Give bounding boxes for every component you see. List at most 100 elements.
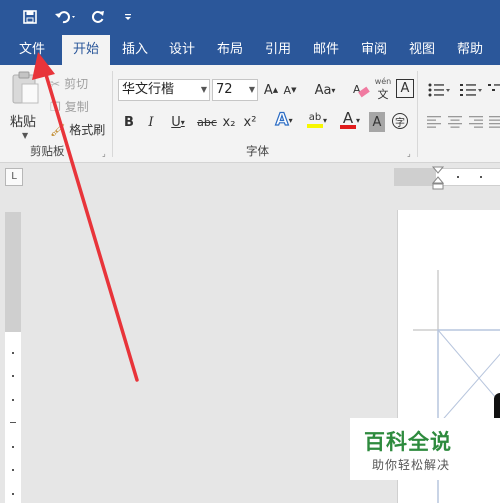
copy-button[interactable]: ❐ 复制 — [50, 98, 89, 115]
paste-icon — [12, 71, 39, 104]
phonetic-char-icon: 文 — [377, 87, 389, 101]
scissors-icon: ✂ — [50, 76, 61, 91]
tab-design[interactable]: 设计 — [160, 35, 204, 65]
superscript-button[interactable]: x² — [242, 112, 258, 132]
change-case-button[interactable]: Aa ▾ — [310, 80, 340, 100]
character-border-icon: A — [400, 81, 410, 96]
text-effects-icon: A — [275, 109, 289, 130]
paste-button[interactable]: 粘贴 ▼ — [6, 71, 44, 149]
tab-review[interactable]: 审阅 — [352, 35, 396, 65]
undo-button[interactable] — [52, 6, 80, 28]
clear-formatting-button[interactable]: A — [352, 80, 370, 100]
chevron-down-icon: ▼ — [248, 85, 255, 94]
tab-layout[interactable]: 布局 — [208, 35, 252, 65]
vertical-ruler[interactable] — [5, 212, 21, 503]
text-effects-button[interactable]: A ▾ — [271, 109, 297, 130]
italic-button[interactable]: I — [143, 112, 159, 132]
align-left-button[interactable] — [426, 112, 442, 132]
tab-mailings[interactable]: 邮件 — [304, 35, 348, 65]
font-name-value: 华文行楷 — [122, 82, 175, 97]
ribbon: 粘贴 ▼ ✂ 剪切 ❐ 复制 🖌 格式刷 剪贴板 ⌟ 华文行楷 ▼ 72 ▼ A… — [0, 65, 500, 163]
font-size-select[interactable]: 72 ▼ — [212, 79, 258, 101]
phonetic-guide-button[interactable]: wén 文 — [374, 77, 392, 101]
tab-selector[interactable]: L — [5, 168, 23, 186]
align-center-icon — [448, 116, 462, 128]
bold-icon: B — [124, 114, 134, 130]
cut-label: 剪切 — [64, 77, 89, 91]
character-shading-icon: A — [372, 114, 382, 130]
shrink-font-button[interactable]: A ▼ — [282, 80, 298, 100]
subscript-button[interactable]: x₂ — [221, 112, 237, 132]
group-separator — [417, 71, 418, 157]
superscript-icon: x² — [243, 114, 257, 130]
ruler-margin — [5, 212, 21, 332]
phonetic-guide-icon: wén — [374, 76, 392, 86]
multilevel-list-icon — [488, 84, 500, 91]
watermark-title: 百科全说 — [364, 430, 452, 454]
redo-icon — [91, 10, 104, 23]
customize-qat-icon — [125, 14, 131, 20]
watermark-logo: 百科全说 助你轻松解决 — [350, 418, 500, 480]
customize-qat-button[interactable] — [122, 6, 134, 28]
strikethrough-icon: abc — [197, 115, 217, 129]
enclose-characters-button[interactable]: 字 — [391, 111, 409, 131]
paste-label: 粘贴 — [10, 115, 37, 130]
ruler-margin — [394, 169, 436, 185]
justify-icon — [489, 116, 500, 128]
tab-help[interactable]: 帮助 — [448, 35, 492, 65]
save-button[interactable] — [20, 6, 40, 28]
strikethrough-button[interactable]: abc — [196, 112, 218, 132]
indent-marker-icon[interactable] — [432, 166, 444, 194]
paste-dropdown-arrow[interactable]: ▼ — [22, 131, 28, 140]
align-right-button[interactable] — [468, 112, 484, 132]
multilevel-list-button[interactable] — [488, 80, 500, 100]
ruler-row: L — [0, 163, 500, 191]
undo-icon — [55, 11, 75, 24]
justify-button[interactable] — [489, 112, 500, 132]
font-color-button[interactable]: A ▾ — [336, 110, 364, 130]
tab-view[interactable]: 视图 — [400, 35, 444, 65]
font-color-bar — [339, 125, 356, 129]
highlight-icon: ab — [308, 112, 322, 123]
font-name-select[interactable]: 华文行楷 ▼ — [118, 79, 210, 101]
font-launcher-icon[interactable]: ⌟ — [407, 149, 411, 158]
chevron-down-icon: ▼ — [200, 85, 207, 94]
grow-font-button[interactable]: A ▲ — [263, 80, 279, 100]
font-group-label: 字体 — [246, 144, 269, 158]
numbering-icon — [460, 84, 482, 96]
bullets-icon — [428, 83, 450, 97]
save-icon — [23, 10, 37, 24]
align-center-button[interactable] — [447, 112, 463, 132]
tab-references[interactable]: 引用 — [256, 35, 300, 65]
tab-file[interactable]: 文件 — [4, 35, 60, 65]
paintbrush-icon: 🖌 — [50, 122, 66, 137]
character-shading-button[interactable]: A — [369, 112, 385, 132]
copy-label: 复制 — [64, 100, 89, 114]
numbering-button[interactable] — [456, 80, 486, 100]
underline-button[interactable]: U ▾ — [165, 112, 191, 132]
font-color-icon: A — [342, 109, 354, 127]
highlight-color-bar — [306, 124, 323, 128]
format-painter-button[interactable]: 🖌 格式刷 — [50, 121, 105, 138]
change-case-icon: Aa — [314, 82, 332, 98]
tab-home[interactable]: 开始 — [62, 35, 110, 65]
tab-insert[interactable]: 插入 — [113, 35, 157, 65]
character-border-button[interactable]: A — [396, 79, 414, 98]
redo-button[interactable] — [88, 6, 108, 28]
bold-button[interactable]: B — [121, 112, 137, 132]
cut-button[interactable]: ✂ 剪切 — [50, 75, 88, 92]
highlight-button[interactable]: ab ▾ — [302, 110, 332, 130]
eraser-icon: A — [353, 83, 370, 98]
bullets-button[interactable] — [424, 80, 454, 100]
title-bar — [0, 0, 500, 35]
horizontal-ruler[interactable] — [394, 166, 500, 190]
subscript-icon: x₂ — [222, 114, 236, 130]
clipboard-launcher-icon[interactable]: ⌟ — [102, 149, 106, 158]
grow-font-icon: A — [263, 82, 273, 98]
ribbon-tabs: 文件 开始 插入 设计 布局 引用 邮件 审阅 视图 帮助 — [0, 35, 500, 65]
font-size-value: 72 — [216, 82, 233, 97]
shrink-font-icon: A — [283, 83, 292, 97]
italic-icon: I — [148, 114, 154, 130]
underline-icon: U — [171, 114, 181, 130]
copy-icon: ❐ — [50, 99, 61, 114]
